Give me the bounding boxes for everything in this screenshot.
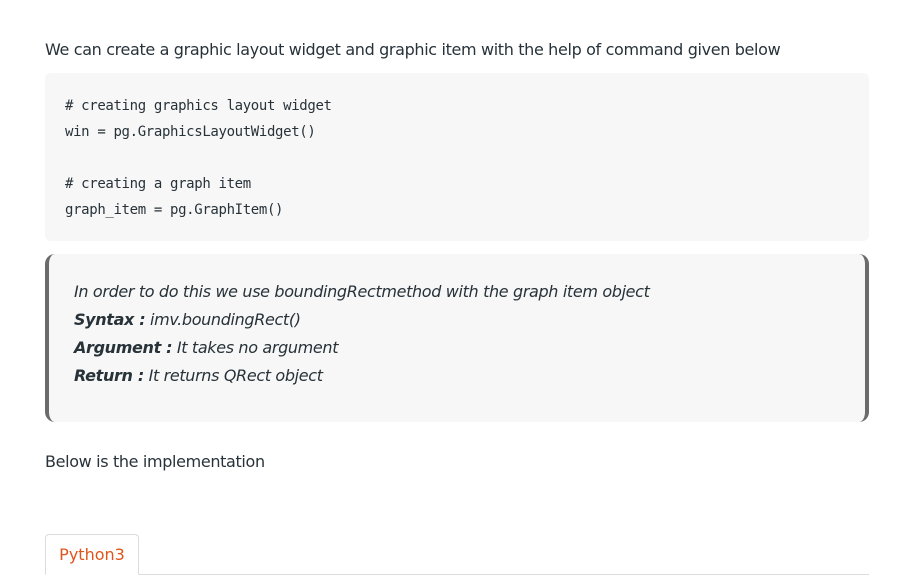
code-line: # creating a graph item [65,176,251,192]
code-line: win = pg.GraphicsLayoutWidget() [65,124,316,140]
tab-bar-divider [45,574,869,575]
return-line: Return : It returns QRect object [74,364,650,392]
syntax-line: Syntax : imv.boundingRect() [74,308,650,336]
return-label: Return : [74,366,144,385]
code-lines: # creating graphics layout widget win = … [65,95,332,225]
argument-line: Argument : It takes no argument [74,336,650,364]
code-line: # creating graphics layout widget [65,98,332,114]
blockquote: In order to do this we use boundingRectm… [45,254,869,422]
syntax-label: Syntax : [74,310,146,329]
code-block: # creating graphics layout widget win = … [45,73,869,241]
quote-description: In order to do this we use boundingRectm… [74,282,650,301]
argument-value: It takes no argument [172,338,339,357]
syntax-value: imv.boundingRect() [145,310,301,329]
code-line: graph_item = pg.GraphItem() [65,202,284,218]
blockquote-content: In order to do this we use boundingRectm… [74,280,650,392]
implementation-paragraph: Below is the implementation [45,452,265,471]
tab-python3[interactable]: Python3 [45,534,139,575]
return-value: It returns QRect object [143,366,323,385]
intro-paragraph: We can create a graphic layout widget an… [45,40,781,59]
argument-label: Argument : [74,338,173,357]
